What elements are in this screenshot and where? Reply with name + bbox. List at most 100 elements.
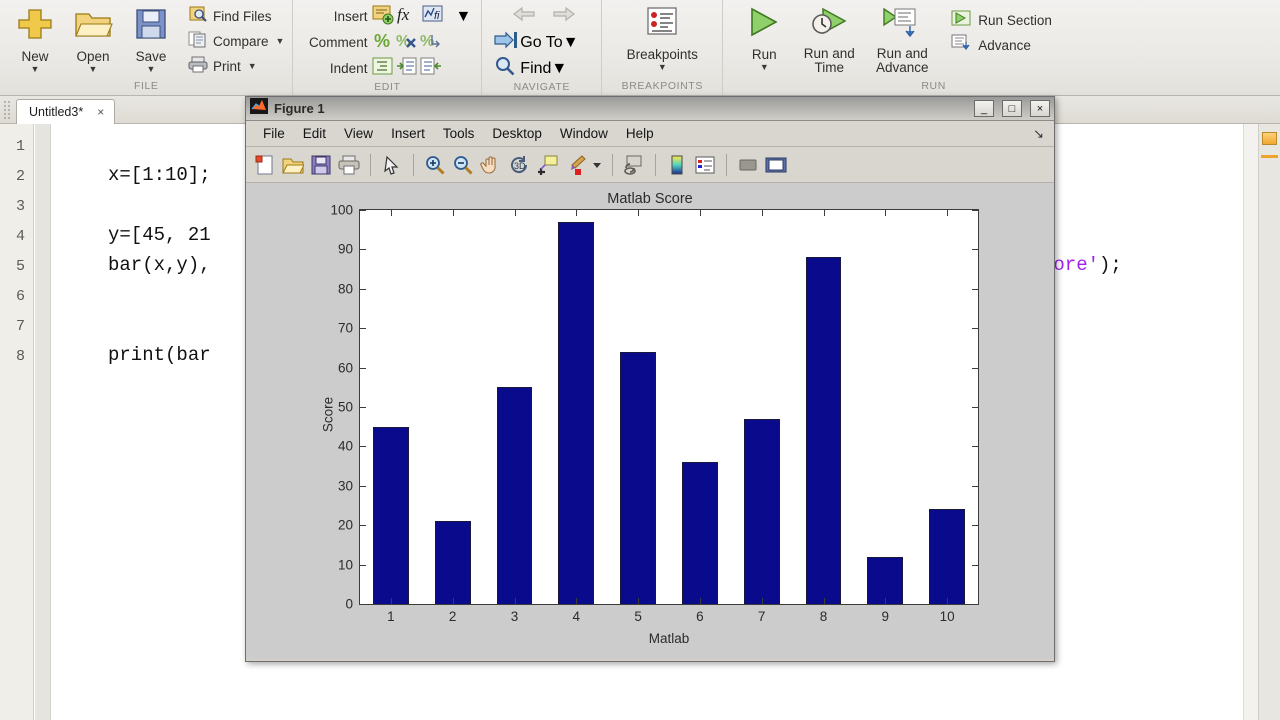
back-arrow-icon[interactable] (510, 4, 538, 29)
fi-function-icon[interactable]: fi (421, 3, 445, 30)
save-figure-icon[interactable] (308, 152, 334, 178)
chart-bar[interactable] (681, 462, 718, 604)
menu-item-edit[interactable]: Edit (294, 124, 335, 143)
save-button[interactable]: Save ▼ (122, 2, 180, 74)
document-tab-untitled3[interactable]: Untitled3* × (16, 99, 116, 124)
chevron-down-icon[interactable]: ▼ (551, 60, 567, 78)
insert-row[interactable]: Insert fx fi ▼ (303, 4, 471, 29)
menu-item-window[interactable]: Window (551, 124, 617, 143)
forward-arrow-icon[interactable] (550, 4, 578, 29)
run-and-advance-button[interactable]: Run and Advance (863, 2, 941, 75)
chart-bar-slot[interactable] (731, 210, 793, 604)
warning-indicator[interactable] (1262, 132, 1277, 145)
indent-right-icon[interactable] (395, 55, 419, 82)
chart-bar-slot[interactable] (916, 210, 978, 604)
menu-item-tools[interactable]: Tools (434, 124, 484, 143)
chart-bar[interactable] (805, 257, 842, 604)
chevron-down-icon[interactable]: ▼ (248, 61, 257, 71)
advance-button[interactable]: Advance (949, 33, 1054, 57)
minimize-button[interactable]: _ (974, 100, 994, 117)
menu-item-desktop[interactable]: Desktop (483, 124, 551, 143)
chart-bar[interactable] (434, 521, 471, 604)
chart-plot-area[interactable]: 0 10 20 30 40 50 60 70 80 90 100 1 2 3 4 5 6 7 8 9 10 (330, 203, 979, 624)
open-button[interactable]: Open ▼ (64, 2, 122, 74)
chevron-down-icon[interactable]: ▼ (760, 63, 769, 72)
new-figure-icon[interactable] (252, 152, 278, 178)
menu-item-insert[interactable]: Insert (382, 124, 434, 143)
chevron-down-icon[interactable]: ▼ (89, 65, 98, 74)
chart-bar[interactable] (929, 509, 965, 604)
figure-window[interactable]: Figure 1 _ □ × File Edit View Insert Too… (245, 96, 1055, 662)
new-button[interactable]: New ▼ (6, 2, 64, 74)
run-button[interactable]: Run ▼ (733, 2, 795, 72)
pointer-arrow-icon[interactable] (379, 152, 405, 178)
legend-icon[interactable] (692, 152, 718, 178)
colorbar-icon[interactable] (664, 152, 690, 178)
smart-indent-icon[interactable] (371, 55, 395, 82)
chevron-down-icon[interactable]: ▼ (147, 65, 156, 74)
data-cursor-icon[interactable] (534, 152, 560, 178)
zoom-out-icon[interactable] (450, 152, 476, 178)
close-icon[interactable]: × (97, 105, 104, 119)
chart-bar-slot[interactable] (545, 210, 607, 604)
brush-icon[interactable] (562, 152, 588, 178)
warning-line-marker[interactable] (1261, 155, 1278, 158)
menu-item-help[interactable]: Help (617, 124, 663, 143)
print-button[interactable]: Print ▼ (186, 54, 286, 78)
comment-row[interactable]: Comment % % % (303, 30, 471, 55)
chart-bar-slot[interactable] (607, 210, 669, 604)
chevron-down-icon[interactable]: ▼ (31, 65, 40, 74)
hide-plot-tools-icon[interactable] (735, 152, 761, 178)
show-plot-tools-icon[interactable] (763, 152, 789, 178)
line-number: 3 (15, 198, 25, 215)
chart-bar[interactable] (743, 418, 780, 604)
chevron-down-icon[interactable]: ▼ (276, 36, 285, 46)
chevron-down-icon[interactable]: ▼ (563, 34, 579, 52)
chart-bar[interactable] (496, 387, 533, 604)
figure-title-bar[interactable]: Figure 1 _ □ × (246, 97, 1054, 121)
chart-bar-slot[interactable] (669, 210, 731, 604)
comment-percent-icon[interactable]: % (371, 29, 395, 56)
insert-block-icon[interactable] (371, 3, 395, 30)
maximize-button[interactable]: □ (1002, 100, 1022, 117)
uncomment-icon[interactable]: % (395, 29, 419, 56)
chevron-down-icon[interactable]: ▼ (658, 63, 667, 72)
code-fold-bar[interactable] (35, 124, 51, 720)
indent-row[interactable]: Indent (303, 56, 471, 81)
chevron-down-icon[interactable]: ▼ (455, 8, 471, 26)
chart-bar-slot[interactable] (360, 210, 422, 604)
chart-bar[interactable] (867, 556, 904, 604)
chart-bar-slot[interactable] (484, 210, 546, 604)
fx-function-icon[interactable]: fx (395, 3, 421, 30)
tab-gripper[interactable] (3, 100, 12, 120)
chart-bar-slot[interactable] (793, 210, 855, 604)
chart-bar[interactable] (558, 221, 595, 604)
brush-caret-icon[interactable] (590, 152, 604, 178)
open-file-icon[interactable] (280, 152, 306, 178)
link-plot-icon[interactable] (621, 152, 647, 178)
wrap-comment-icon[interactable]: % (419, 29, 443, 56)
code-analyzer-bar[interactable] (1258, 124, 1280, 720)
chart-bar[interactable] (372, 426, 409, 604)
print-figure-icon[interactable] (336, 152, 362, 178)
rotate-3d-icon[interactable]: 3D (506, 152, 532, 178)
find-button[interactable]: Find ▼ (492, 56, 578, 81)
goto-button[interactable]: Go To ▼ (492, 30, 579, 55)
chart-bar-slot[interactable] (422, 210, 484, 604)
dock-arrow-icon[interactable]: ↘ (1033, 126, 1044, 142)
indent-left-icon[interactable] (419, 55, 443, 82)
compare-button[interactable]: Compare ▼ (186, 29, 286, 53)
run-section-button[interactable]: Run Section (949, 8, 1054, 32)
zoom-in-icon[interactable] (422, 152, 448, 178)
menu-item-view[interactable]: View (335, 124, 382, 143)
run-and-time-button[interactable]: Run and Time (795, 2, 863, 75)
vertical-scrollbar[interactable] (1243, 124, 1258, 720)
pan-hand-icon[interactable] (478, 152, 504, 178)
find-files-button[interactable]: Find Files (186, 4, 286, 28)
history-nav-row[interactable] (492, 4, 578, 29)
chart-bar[interactable] (620, 351, 656, 604)
chart-bar-slot[interactable] (854, 210, 916, 604)
menu-item-file[interactable]: File (254, 124, 294, 143)
close-button[interactable]: × (1030, 100, 1050, 117)
breakpoints-button[interactable]: Breakpoints ▼ (614, 2, 710, 72)
